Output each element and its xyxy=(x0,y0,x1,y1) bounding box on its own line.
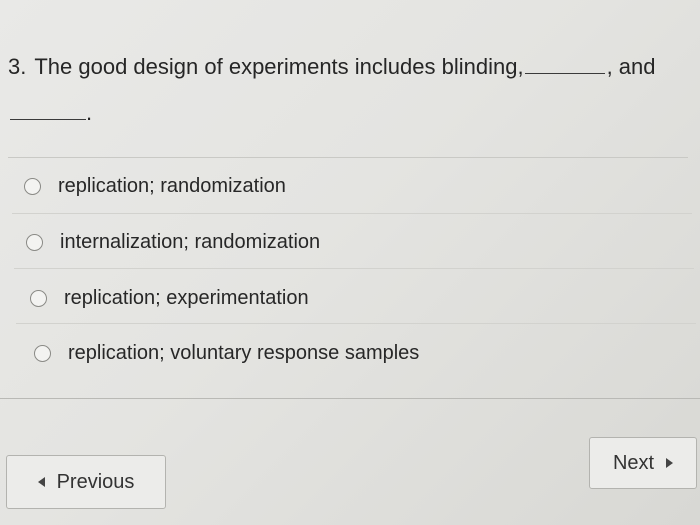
radio-button-icon[interactable] xyxy=(30,290,47,307)
answer-blank-1 xyxy=(524,56,605,74)
triangle-left-icon xyxy=(37,477,45,487)
question-panel-border xyxy=(0,398,700,399)
answer-option-2[interactable]: internalization; randomization xyxy=(26,231,320,254)
next-button[interactable]: Next xyxy=(589,437,697,489)
radio-button-icon[interactable] xyxy=(34,345,51,362)
previous-button[interactable]: Previous xyxy=(6,455,166,509)
next-button-label: Next xyxy=(612,451,655,474)
answer-option-4[interactable]: replication; voluntary response samples xyxy=(34,342,419,365)
previous-button-label: Previous xyxy=(56,470,135,493)
question-text: The good design of experiments includes … xyxy=(34,54,524,79)
question-divider xyxy=(8,157,688,158)
answer-option-label: replication; voluntary response samples xyxy=(68,342,420,364)
option-divider xyxy=(16,323,696,324)
answer-option-label: replication; randomization xyxy=(58,175,286,197)
answer-option-1[interactable]: replication; randomization xyxy=(24,175,286,198)
answer-option-3[interactable]: replication; experimentation xyxy=(30,287,309,310)
option-divider xyxy=(14,268,694,269)
radio-button-icon[interactable] xyxy=(26,234,43,251)
question-line-2: . xyxy=(8,98,696,128)
question-line-1: 3. The good design of experiments includ… xyxy=(8,52,696,82)
option-divider xyxy=(12,213,692,214)
radio-button-icon[interactable] xyxy=(24,178,41,195)
answer-blank-2 xyxy=(10,102,86,120)
question-prompt: 3. The good design of experiments includ… xyxy=(8,52,696,128)
answer-option-label: internalization; randomization xyxy=(60,231,321,253)
question-text-and: , and xyxy=(606,54,656,79)
triangle-right-icon xyxy=(666,458,674,468)
question-text-period: . xyxy=(86,100,93,125)
question-number: 3. xyxy=(8,54,27,79)
answer-option-label: replication; experimentation xyxy=(64,287,309,309)
